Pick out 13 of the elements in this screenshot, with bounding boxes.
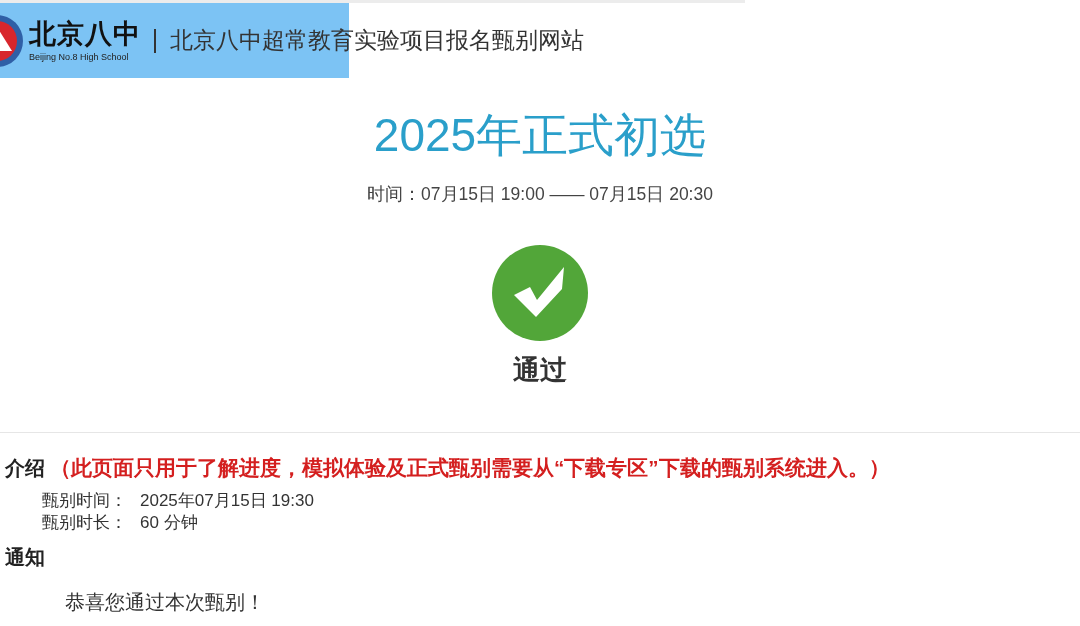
detail-value: 2025年07月15日 19:30 (140, 490, 314, 512)
warning-note: （此页面只用于了解进度，模拟体验及正式甄别需要从“下载专区”下载的甄别系统进入。） (50, 455, 890, 481)
logo-subtitle: Beijing No.8 High School (29, 52, 130, 63)
section-heading: 通知 (5, 545, 45, 570)
detail-value: 60 分钟 (140, 512, 198, 534)
detail-label: 甄别时长： (42, 512, 128, 534)
notice-message: 恭喜您通过本次甄别！ (65, 591, 265, 613)
logo-name: 北京八中 (29, 18, 141, 50)
detail-label: 甄别时间： (42, 490, 128, 512)
result-label: 通过 (513, 354, 567, 386)
section-heading: 介绍 (5, 456, 45, 481)
exam-time: 时间：07月15日 19:00 —— 07月15日 20:30 (367, 183, 713, 205)
exam-title: 2025年正式初选 (373, 108, 707, 163)
